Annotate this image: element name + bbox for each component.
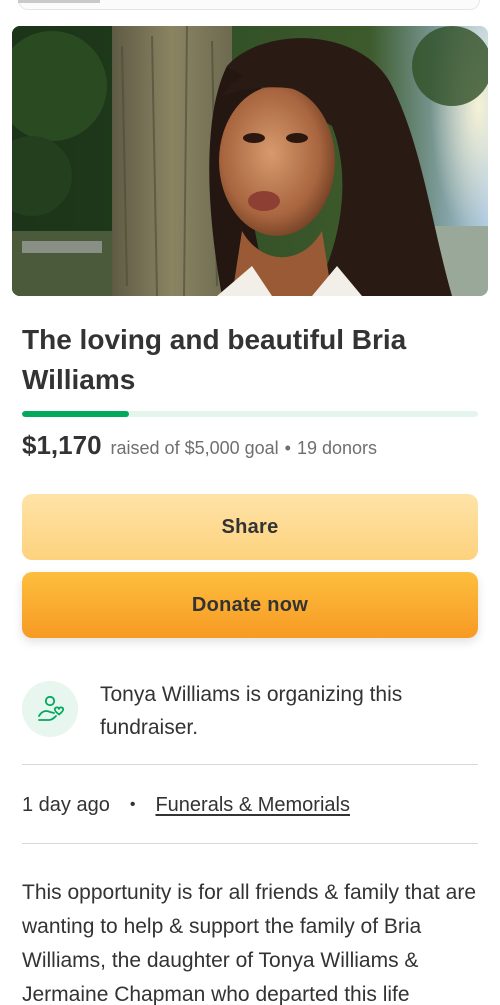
divider-bottom: [22, 843, 478, 844]
donor-count: 19 donors: [296, 438, 378, 458]
donate-now-button[interactable]: Donate now: [22, 572, 478, 638]
campaign-story: This opportunity is for all friends & fa…: [22, 881, 477, 1005]
funding-summary: $1,170 raised of $5,000 goal • 19 donors: [22, 430, 377, 466]
heart-hand-icon: [22, 681, 78, 737]
funding-progress-fill: [22, 411, 129, 417]
separator-dot: •: [284, 438, 291, 458]
goal-text: raised of $5,000 goal: [110, 438, 279, 458]
divider-top: [22, 764, 478, 765]
meta-separator: •: [129, 796, 136, 813]
campaign-title: The loving and beautiful Bria Williams: [22, 324, 407, 395]
campaign-hero-image: [12, 26, 488, 296]
organizer-section: Tonya Williams is organizing this fundra…: [22, 678, 478, 748]
organizer-text: Tonya Williams is organizing this fundra…: [100, 683, 403, 739]
category-link[interactable]: Funerals & Memorials: [155, 794, 350, 817]
top-browser-strip: [0, 0, 500, 14]
funding-progress-bar: [22, 411, 478, 417]
campaign-meta: 1 day ago • Funerals & Memorials: [22, 790, 350, 820]
share-button[interactable]: Share: [22, 494, 478, 560]
amount-raised: $1,170: [22, 430, 102, 460]
scroll-indicator: [18, 0, 100, 3]
posted-time: 1 day ago: [22, 793, 110, 816]
